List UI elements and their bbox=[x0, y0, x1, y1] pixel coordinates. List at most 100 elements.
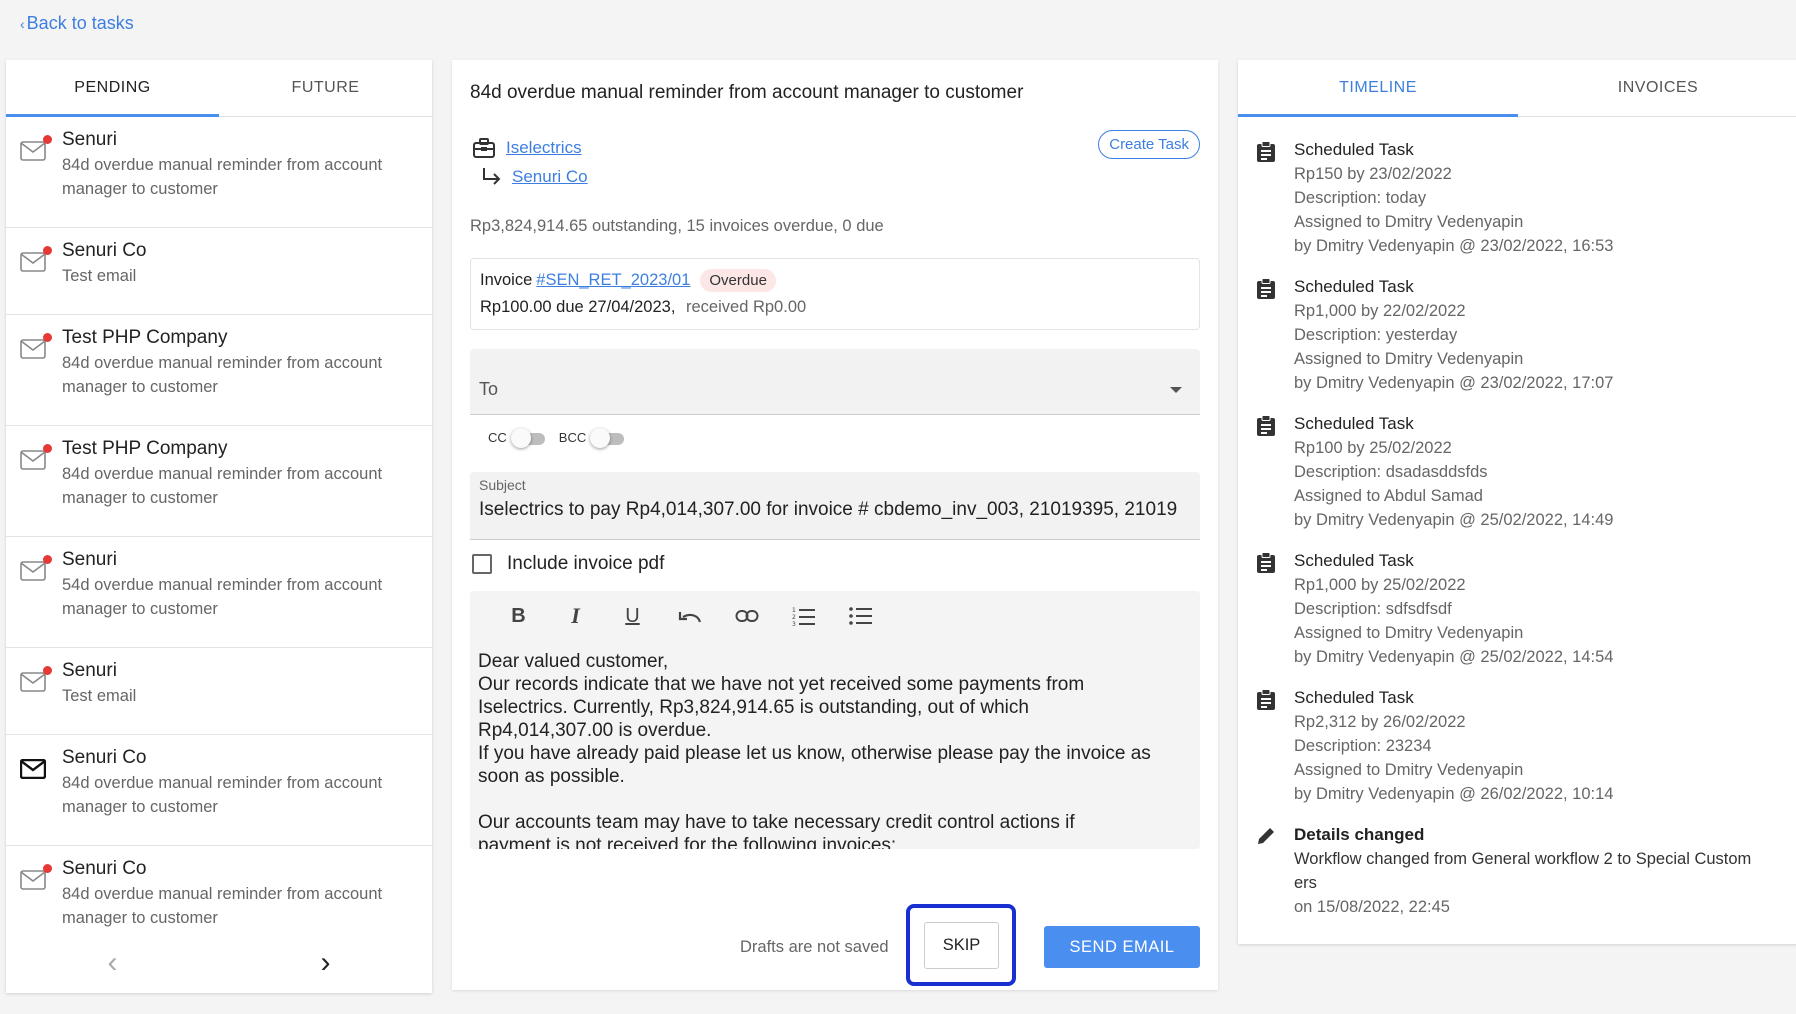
company-row: Iselectrics bbox=[472, 137, 582, 159]
next-page-icon[interactable]: › bbox=[321, 946, 331, 980]
timeline-title: Scheduled Task bbox=[1294, 551, 1414, 570]
activity-panel: TIMELINE INVOICES Scheduled Task Rp150 by… bbox=[1238, 60, 1796, 944]
task-item-subtitle: manager to customer bbox=[62, 180, 218, 198]
invoice-amount: Rp100.00 due 27/04/2023, bbox=[480, 298, 676, 316]
subdirectory-arrow-icon bbox=[483, 168, 501, 185]
cc-label: CC bbox=[488, 430, 507, 445]
checkbox-box[interactable] bbox=[472, 554, 492, 574]
body-line: Our accounts team may have to take neces… bbox=[478, 812, 1075, 833]
list-item[interactable]: Senuri Co 84d overdue manual reminder fro… bbox=[6, 735, 432, 846]
mail-icon bbox=[20, 864, 52, 890]
chevron-left-icon: ‹ bbox=[20, 16, 25, 32]
mail-icon bbox=[20, 135, 52, 161]
bullet-list-button[interactable] bbox=[832, 601, 889, 631]
tab-invoices[interactable]: INVOICES bbox=[1518, 60, 1796, 116]
tab-pending[interactable]: PENDING bbox=[6, 60, 219, 117]
link-button[interactable] bbox=[718, 601, 775, 631]
outstanding-summary: Rp3,824,914.65 outstanding, 15 invoices … bbox=[470, 217, 884, 235]
svg-text:1: 1 bbox=[792, 607, 796, 614]
bold-button[interactable]: B bbox=[490, 601, 547, 631]
prev-page-icon[interactable]: ‹ bbox=[108, 946, 118, 980]
create-task-button[interactable]: Create Task bbox=[1098, 130, 1200, 159]
task-item-subtitle: 84d overdue manual reminder from account bbox=[62, 156, 383, 174]
mail-icon bbox=[20, 555, 52, 581]
send-email-button[interactable]: SEND EMAIL bbox=[1044, 926, 1200, 968]
invoice-received: received Rp0.00 bbox=[686, 298, 807, 316]
timeline-line: Rp1,000 by 25/02/2022 bbox=[1294, 576, 1466, 594]
cc-toggle[interactable]: CC bbox=[488, 427, 545, 448]
invoice-number-link[interactable]: #SEN_RET_2023/01 bbox=[536, 271, 690, 290]
bullet-list-icon bbox=[848, 607, 872, 625]
invoice-label: Invoice bbox=[480, 271, 533, 289]
cc-bcc-toggles: CC BCC bbox=[488, 427, 638, 448]
undo-button[interactable] bbox=[661, 601, 718, 631]
subject-input[interactable]: Iselectrics to pay Rp4,014,307.00 for in… bbox=[479, 499, 1189, 521]
tab-future[interactable]: FUTURE bbox=[219, 60, 432, 116]
contact-link[interactable]: Senuri Co bbox=[512, 167, 588, 187]
task-item-title: Senuri Co bbox=[62, 240, 147, 261]
timeline-title: Scheduled Task bbox=[1294, 277, 1414, 296]
timeline: Scheduled Task Rp150 by 23/02/2022 Descrip… bbox=[1256, 138, 1788, 936]
task-item-title: Senuri bbox=[62, 660, 117, 681]
bcc-label: BCC bbox=[558, 430, 587, 445]
task-item-title: Test PHP Company bbox=[62, 327, 228, 348]
include-pdf-label: Include invoice pdf bbox=[507, 553, 665, 574]
unread-dot bbox=[43, 333, 52, 342]
timeline-item: Scheduled Task Rp1,000 by 25/02/2022 Descr… bbox=[1256, 549, 1788, 669]
task-item-subtitle: 54d overdue manual reminder from account bbox=[62, 576, 383, 594]
timeline-line: Rp2,312 by 26/02/2022 bbox=[1294, 713, 1466, 731]
list-item[interactable]: Senuri 84d overdue manual reminder from a… bbox=[6, 117, 432, 228]
task-item-subtitle: manager to customer bbox=[62, 489, 218, 507]
back-to-tasks-link[interactable]: ‹ Back to tasks bbox=[20, 13, 134, 34]
body-line: Dear valued customer, bbox=[478, 651, 669, 672]
svg-text:2: 2 bbox=[792, 614, 796, 621]
timeline-line: by Dmitry Vedenyapin @ 25/02/2022, 14:54 bbox=[1294, 648, 1614, 666]
timeline-line: Rp150 by 23/02/2022 bbox=[1294, 165, 1452, 183]
company-link[interactable]: Iselectrics bbox=[506, 138, 582, 158]
subject-field[interactable]: Subject Iselectrics to pay Rp4,014,307.0… bbox=[470, 472, 1200, 540]
skip-button[interactable]: SKIP bbox=[924, 922, 999, 969]
timeline-title: Details changed bbox=[1294, 825, 1425, 844]
timeline-title: Scheduled Task bbox=[1294, 140, 1414, 159]
tab-timeline[interactable]: TIMELINE bbox=[1238, 60, 1518, 117]
email-composer-panel: 84d overdue manual reminder from account… bbox=[452, 60, 1218, 990]
italic-button[interactable]: I bbox=[547, 601, 604, 631]
list-item[interactable]: Senuri Co Test email bbox=[6, 228, 432, 315]
dropdown-arrow-icon bbox=[1170, 387, 1182, 393]
task-item-subtitle: 84d overdue manual reminder from account bbox=[62, 465, 383, 483]
timeline-line: Assigned to Dmitry Vedenyapin bbox=[1294, 213, 1524, 231]
list-item[interactable]: Test PHP Company 84d overdue manual remin… bbox=[6, 315, 432, 426]
timeline-line: Rp100 by 25/02/2022 bbox=[1294, 439, 1452, 457]
cc-switch[interactable] bbox=[510, 427, 545, 448]
include-pdf-checkbox[interactable]: Include invoice pdf bbox=[472, 553, 664, 575]
unread-dot bbox=[43, 135, 52, 144]
bcc-toggle[interactable]: BCC bbox=[558, 427, 625, 448]
timeline-line: Description: sdfsdfsdf bbox=[1294, 600, 1452, 618]
mail-icon bbox=[20, 444, 52, 470]
numbered-list-icon: 1 2 3 bbox=[792, 607, 815, 626]
email-body-text[interactable]: Dear valued customer, Our records indica… bbox=[478, 650, 1198, 849]
bcc-switch[interactable] bbox=[590, 427, 625, 448]
timeline-title: Scheduled Task bbox=[1294, 414, 1414, 433]
email-body-editor[interactable]: B I U 1 2 3 Dear valued customer, Our re… bbox=[470, 591, 1200, 849]
pagination: ‹ › bbox=[6, 933, 432, 993]
subject-label: Subject bbox=[479, 477, 526, 493]
list-item[interactable]: Test PHP Company 84d overdue manual remin… bbox=[6, 426, 432, 537]
timeline-line: Assigned to Dmitry Vedenyapin bbox=[1294, 624, 1524, 642]
task-item-subtitle: 84d overdue manual reminder from account bbox=[62, 774, 383, 792]
body-line: Rp4,014,307.00 is overdue. bbox=[478, 720, 712, 741]
timeline-title: Scheduled Task bbox=[1294, 688, 1414, 707]
clipboard-icon bbox=[1257, 278, 1275, 299]
body-line: Iselectrics. Currently, Rp3,824,914.65 i… bbox=[478, 697, 1029, 718]
task-tabs: PENDING FUTURE bbox=[6, 60, 432, 117]
list-item[interactable]: Senuri 54d overdue manual reminder from a… bbox=[6, 537, 432, 648]
list-item[interactable]: Senuri Test email bbox=[6, 648, 432, 735]
to-select[interactable]: To bbox=[470, 349, 1200, 415]
task-item-subtitle: 84d overdue manual reminder from account bbox=[62, 885, 383, 903]
timeline-line: on 15/08/2022, 22:45 bbox=[1294, 898, 1450, 916]
task-item-subtitle: manager to customer bbox=[62, 909, 218, 927]
task-item-subtitle: manager to customer bbox=[62, 798, 218, 816]
underline-button[interactable]: U bbox=[604, 601, 661, 631]
drafts-note: Drafts are not saved bbox=[740, 938, 889, 956]
numbered-list-button[interactable]: 1 2 3 bbox=[775, 601, 832, 631]
